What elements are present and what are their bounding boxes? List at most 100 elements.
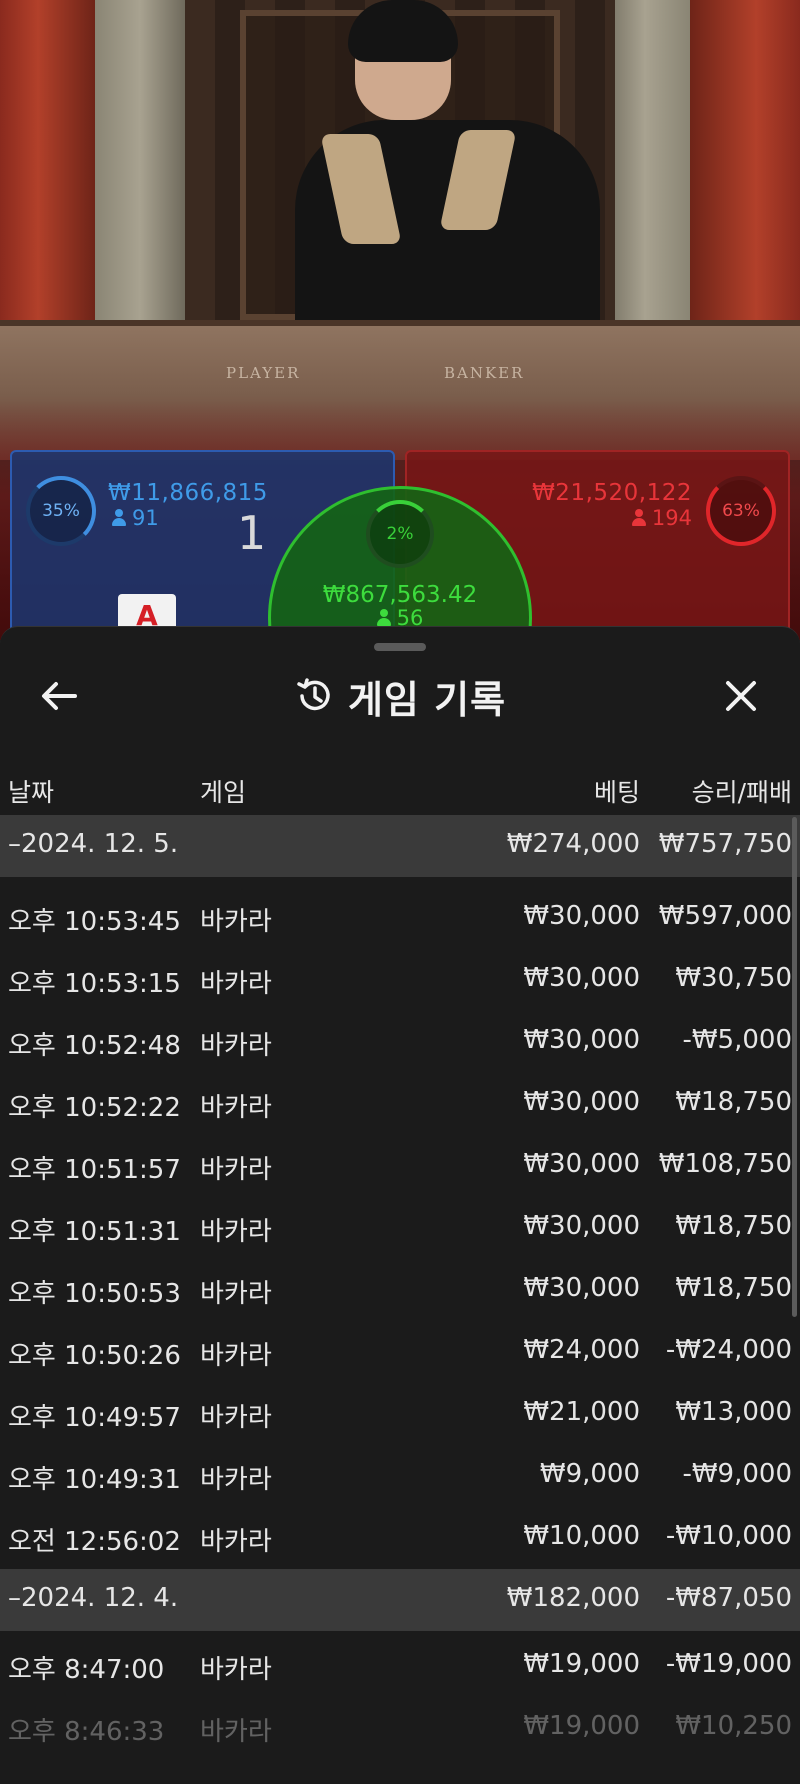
group-date: –2024. 12. 5. xyxy=(8,829,179,859)
player-score: 1 xyxy=(237,506,267,560)
row-time: 오후 8:46:33 xyxy=(8,1717,165,1747)
banker-percent-ring: 63% xyxy=(706,476,776,546)
dealer-hair xyxy=(348,0,458,62)
table-header: 날짜 게임 베팅 승리/패배 xyxy=(0,765,800,811)
sheet-title: 게임 기록 xyxy=(347,677,507,722)
banker-percent: 63% xyxy=(722,501,760,521)
row-time: 오후 10:49:31 xyxy=(8,1465,181,1495)
close-button[interactable] xyxy=(716,671,766,721)
date-group-header[interactable]: –2024. 12. 4. ₩182,000 -₩87,050 xyxy=(0,1569,800,1631)
row-result: ₩18,750 xyxy=(675,1087,792,1117)
row-time: 오후 10:53:15 xyxy=(8,969,181,999)
table-row[interactable]: 오후 8:46:33 바카라 ₩19,000 ₩10,250 xyxy=(0,1697,800,1759)
row-result: ₩18,750 xyxy=(675,1211,792,1241)
col-result: 승리/패배 xyxy=(691,778,792,807)
table-label-banker: BANKER xyxy=(444,364,525,382)
col-date: 날짜 xyxy=(8,778,55,807)
table-row[interactable]: 오후 10:51:31 바카라 ₩30,000 ₩18,750 xyxy=(0,1197,800,1259)
row-bet: ₩30,000 xyxy=(523,1149,640,1179)
row-time: 오후 10:51:57 xyxy=(8,1155,181,1185)
row-game: 바카라 xyxy=(200,1217,272,1247)
row-bet: ₩30,000 xyxy=(523,1211,640,1241)
row-result: ₩108,750 xyxy=(658,1149,792,1179)
row-game: 바카라 xyxy=(200,1341,272,1371)
banker-bet-amount: ₩21,520,122 xyxy=(532,480,692,506)
decor-wall-left xyxy=(0,0,95,320)
group-result-total: -₩87,050 xyxy=(665,1583,792,1613)
row-bet: ₩9,000 xyxy=(539,1459,640,1489)
history-icon xyxy=(297,678,330,711)
table-row[interactable]: 오후 10:50:26 바카라 ₩24,000 -₩24,000 xyxy=(0,1321,800,1383)
tie-percent-ring: 2% xyxy=(366,500,434,568)
table-label-player: PLAYER xyxy=(226,364,301,382)
history-list: –2024. 12. 5. ₩274,000 ₩757,750 오후 10:53… xyxy=(0,815,800,1759)
table-row[interactable]: 오후 10:52:22 바카라 ₩30,000 ₩18,750 xyxy=(0,1073,800,1135)
row-game: 바카라 xyxy=(200,1465,272,1495)
row-time: 오후 10:49:57 xyxy=(8,1403,181,1433)
table-row[interactable]: 오후 10:49:57 바카라 ₩21,000 ₩13,000 xyxy=(0,1383,800,1445)
table-row[interactable]: 오후 10:53:15 바카라 ₩30,000 ₩30,750 xyxy=(0,949,800,1011)
table-row[interactable]: 오후 10:49:31 바카라 ₩9,000 -₩9,000 xyxy=(0,1445,800,1507)
sheet-drag-handle[interactable] xyxy=(374,643,426,651)
player-percent: 35% xyxy=(42,501,80,521)
player-bet-amount: ₩11,866,815 xyxy=(108,480,268,506)
row-bet: ₩10,000 xyxy=(523,1521,640,1551)
row-result: ₩597,000 xyxy=(658,901,792,931)
row-time: 오후 10:50:26 xyxy=(8,1341,181,1371)
row-bet: ₩19,000 xyxy=(523,1649,640,1679)
row-game: 바카라 xyxy=(200,1717,272,1747)
row-result: -₩19,000 xyxy=(665,1649,792,1679)
row-game: 바카라 xyxy=(200,1403,272,1433)
row-game: 바카라 xyxy=(200,1031,272,1061)
row-bet: ₩30,000 xyxy=(523,901,640,931)
row-game: 바카라 xyxy=(200,1279,272,1309)
row-time: 오후 10:52:48 xyxy=(8,1031,181,1061)
row-result: ₩30,750 xyxy=(675,963,792,993)
group-result-total: ₩757,750 xyxy=(658,829,792,859)
row-time: 오후 10:50:53 xyxy=(8,1279,181,1309)
row-result: -₩5,000 xyxy=(682,1025,792,1055)
date-group-header[interactable]: –2024. 12. 5. ₩274,000 ₩757,750 xyxy=(0,815,800,877)
game-history-sheet: 게임 기록 날짜 게임 베팅 승리/패배 –2024. 12. 5. ₩274,… xyxy=(0,626,800,1784)
table-row[interactable]: 오후 8:47:00 바카라 ₩19,000 -₩19,000 xyxy=(0,1635,800,1697)
tie-percent: 2% xyxy=(386,524,414,544)
scrollbar[interactable] xyxy=(792,817,797,1317)
table-row[interactable]: 오후 10:53:45 바카라 ₩30,000 ₩597,000 xyxy=(0,887,800,949)
person-icon xyxy=(631,509,646,526)
close-icon xyxy=(726,681,756,711)
row-result: ₩13,000 xyxy=(675,1397,792,1427)
row-result: -₩24,000 xyxy=(665,1335,792,1365)
table-row[interactable]: 오후 10:52:48 바카라 ₩30,000 -₩5,000 xyxy=(0,1011,800,1073)
row-time: 오후 10:51:31 xyxy=(8,1217,181,1247)
row-bet: ₩24,000 xyxy=(523,1335,640,1365)
table-row[interactable]: 오전 12:56:02 바카라 ₩10,000 -₩10,000 xyxy=(0,1507,800,1569)
tie-bet-amount: ₩867,563.42 xyxy=(322,582,478,608)
table-row[interactable]: 오후 10:51:57 바카라 ₩30,000 ₩108,750 xyxy=(0,1135,800,1197)
person-icon xyxy=(112,509,126,526)
group-bet-total: ₩182,000 xyxy=(506,1583,640,1613)
row-bet: ₩30,000 xyxy=(523,1025,640,1055)
player-percent-ring: 35% xyxy=(26,476,96,546)
row-bet: ₩19,000 xyxy=(523,1711,640,1741)
col-game: 게임 xyxy=(200,778,247,807)
row-game: 바카라 xyxy=(200,969,272,999)
group-bet-total: ₩274,000 xyxy=(506,829,640,859)
player-bettor-count: 91 xyxy=(112,506,159,530)
row-time: 오후 10:53:45 xyxy=(8,907,181,937)
row-game: 바카라 xyxy=(200,1527,272,1557)
row-time: 오후 8:47:00 xyxy=(8,1655,165,1685)
sheet-title-wrap: 게임 기록 xyxy=(0,671,800,722)
row-result: -₩9,000 xyxy=(682,1459,792,1489)
row-game: 바카라 xyxy=(200,1093,272,1123)
table-row[interactable]: 오후 10:50:53 바카라 ₩30,000 ₩18,750 xyxy=(0,1259,800,1321)
col-bet: 베팅 xyxy=(593,778,640,807)
row-time: 오전 12:56:02 xyxy=(8,1527,181,1557)
row-bet: ₩30,000 xyxy=(523,963,640,993)
banker-bettor-count: 194 xyxy=(631,506,692,530)
row-game: 바카라 xyxy=(200,1155,272,1185)
row-game: 바카라 xyxy=(200,907,272,937)
group-date: –2024. 12. 4. xyxy=(8,1583,179,1613)
decor-pillar-left xyxy=(95,0,185,330)
row-bet: ₩30,000 xyxy=(523,1087,640,1117)
row-result: ₩18,750 xyxy=(675,1273,792,1303)
